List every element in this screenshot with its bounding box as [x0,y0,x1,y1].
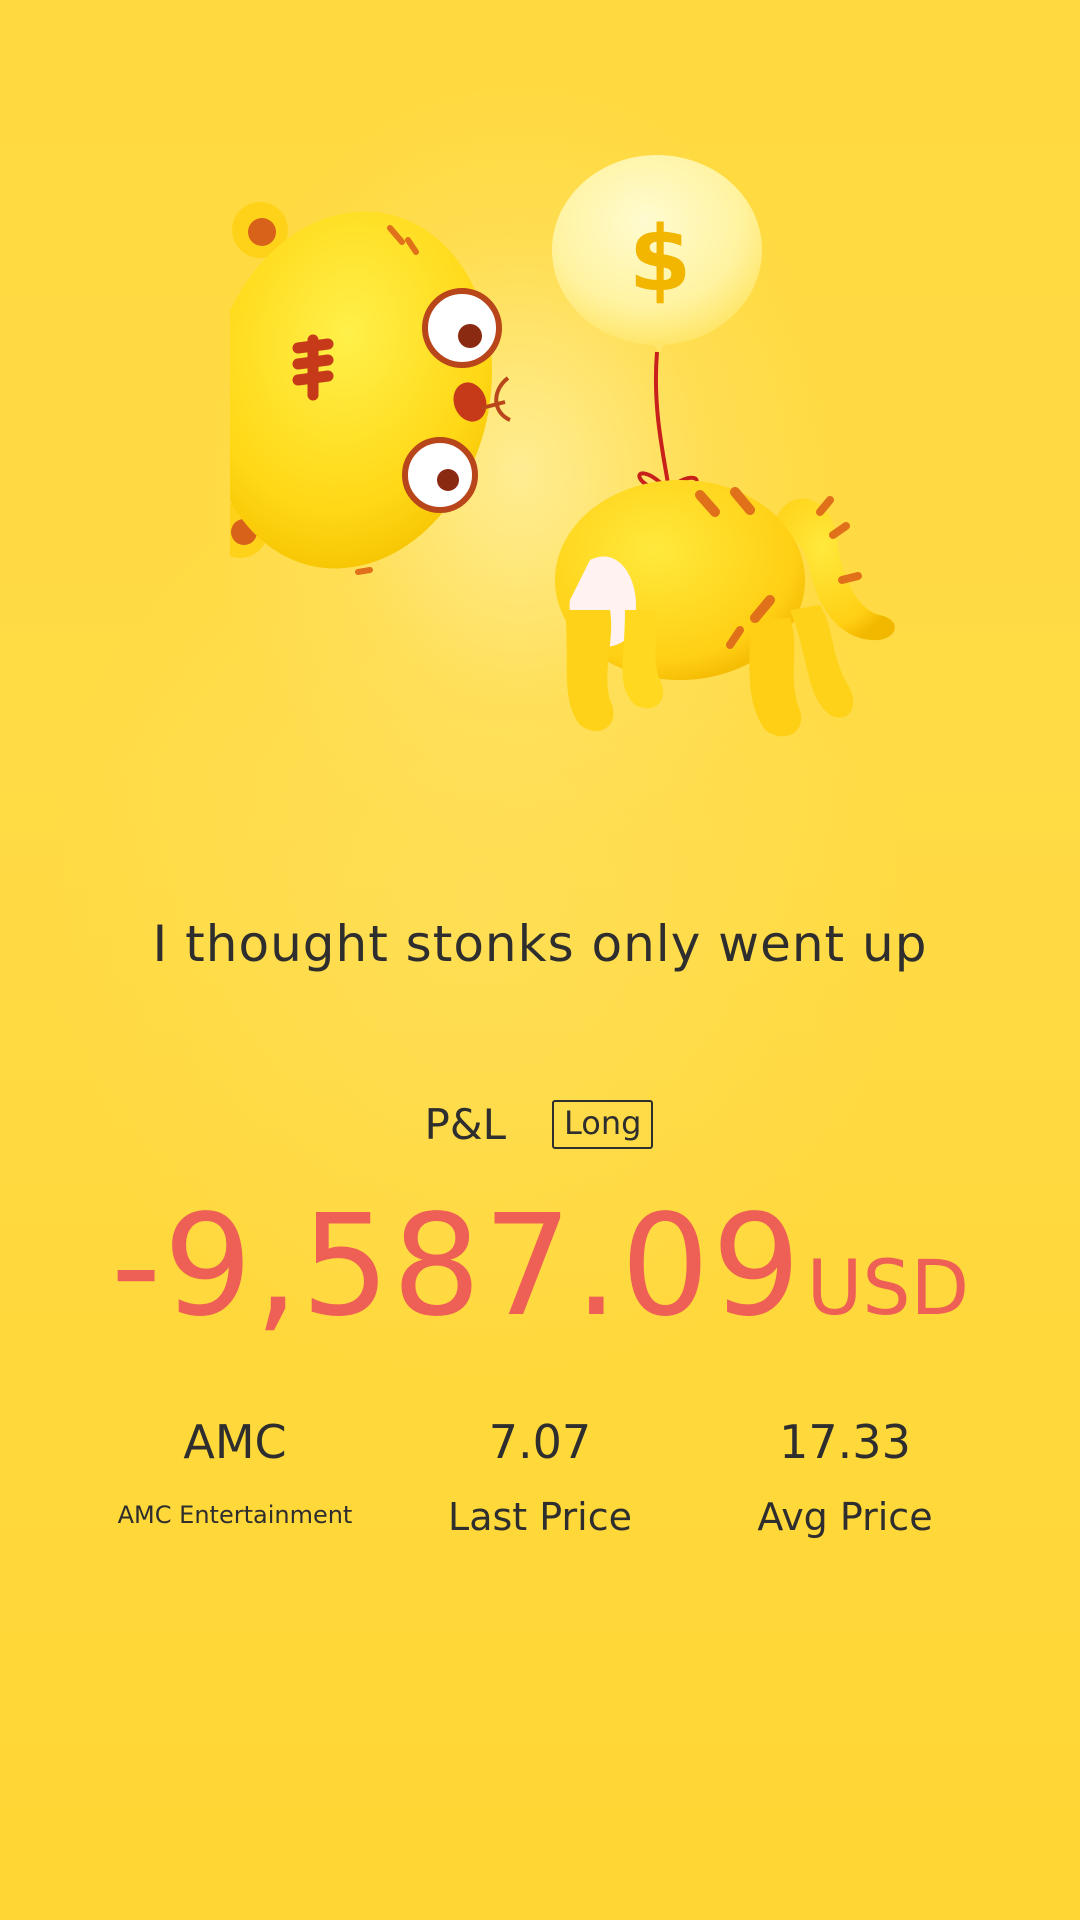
pnl-header: P&L Long [0,1100,1080,1150]
balloon: $ [552,155,762,352]
dollar-icon: $ [629,207,692,312]
avg-price-label: Avg Price [757,1495,933,1539]
ticker-symbol: AMC [183,1415,287,1469]
company-name: AMC Entertainment [117,1501,353,1529]
last-price-label: Last Price [448,1495,632,1539]
pnl-value: -9,587.09 [110,1185,803,1348]
position-badge: Long [552,1100,654,1150]
stat-ticker: AMC AMC Entertainment [75,1415,395,1529]
avg-price-value: 17.33 [779,1415,911,1469]
pnl-currency: USD [806,1243,970,1332]
loss-caption: I thought stonks only went up [152,915,928,973]
pnl-amount: -9,587.09USD [0,1185,1080,1348]
pnl-label: P&L [424,1100,507,1150]
stat-avg-price: 17.33 Avg Price [685,1415,1005,1539]
last-price-value: 7.07 [488,1415,592,1469]
tiger-head [230,202,511,575]
tiger-balloon-icon: $ [230,155,895,737]
stat-last-price: 7.07 Last Price [380,1415,700,1539]
